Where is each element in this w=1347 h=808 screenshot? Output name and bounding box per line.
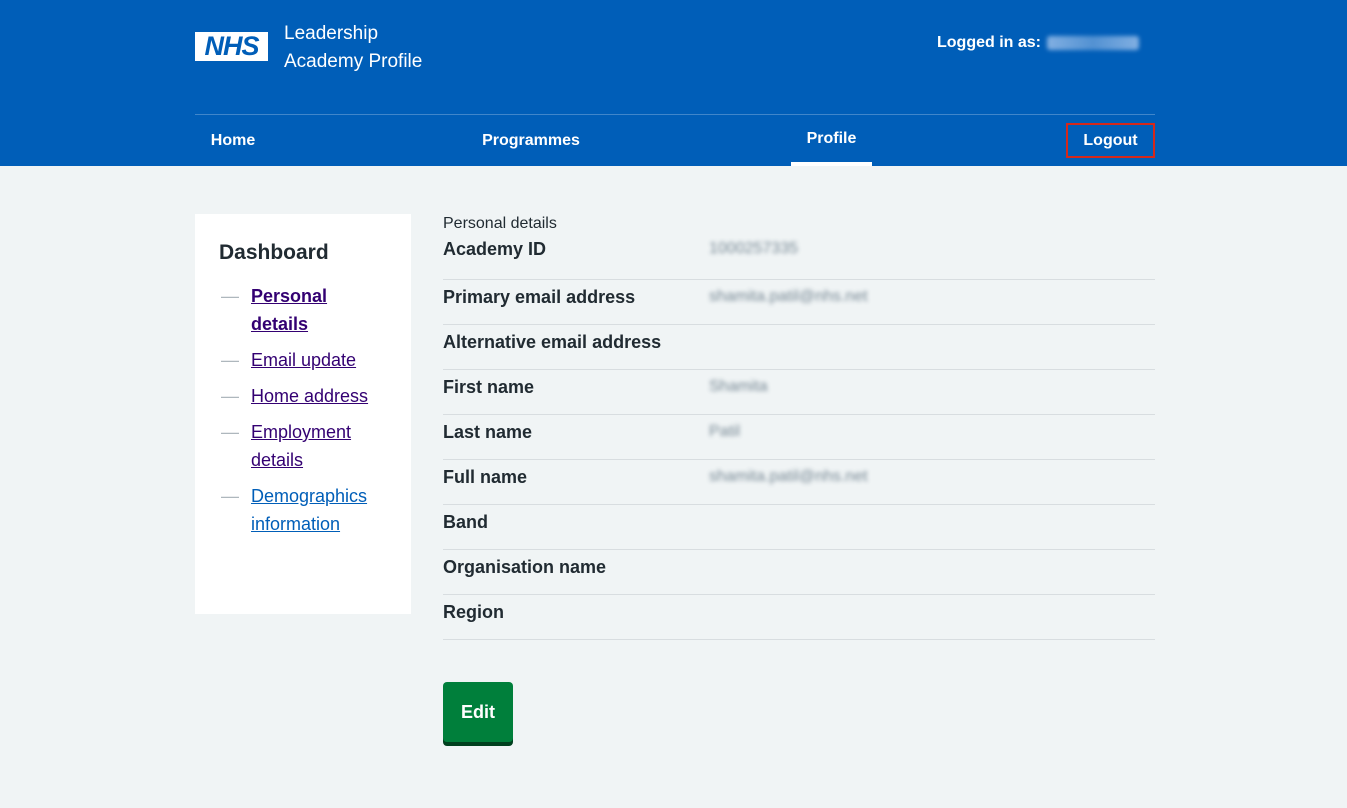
- dash-icon: —: [221, 422, 239, 442]
- sidebar-link-line: Demographics: [251, 486, 368, 506]
- service-name-line2: Academy Profile: [284, 51, 423, 72]
- sidebar-link-employment-details[interactable]: Employment details: [251, 422, 351, 470]
- dash-icon: —: [221, 486, 239, 506]
- sidebar-item-personal-details: — Personal details: [219, 282, 411, 338]
- section-caption: Personal details: [443, 215, 557, 232]
- dashboard-sidebar: Dashboard — Personal details — Email upd…: [195, 214, 411, 614]
- sidebar-link-line: Personal: [251, 286, 328, 306]
- nhs-logo[interactable]: NHS: [195, 32, 268, 61]
- summary-row-alternative-email: Alternative email address: [443, 325, 1155, 370]
- site-header: NHS Leadership Academy Profile Logged in…: [0, 0, 1347, 166]
- row-key: Primary email address: [443, 287, 636, 307]
- row-key: Academy ID: [443, 239, 547, 259]
- row-key: First name: [443, 377, 535, 397]
- service-name[interactable]: Leadership Academy Profile: [284, 20, 444, 76]
- sidebar-item-home-address: — Home address: [219, 382, 411, 410]
- sidebar-link-line: details: [251, 450, 304, 470]
- summary-row-band: Band: [443, 505, 1155, 550]
- dash-icon: —: [221, 386, 239, 406]
- sidebar-link-line: information: [251, 514, 341, 534]
- sidebar-link-demographics[interactable]: Demographics information: [251, 486, 367, 534]
- sidebar-item-demographics: — Demographics information: [219, 482, 411, 538]
- sidebar-item-email-update: — Email update: [219, 346, 411, 374]
- header-container: NHS Leadership Academy Profile Logged in…: [195, 0, 1155, 166]
- summary-row-first-name: First name Shamita: [443, 370, 1155, 415]
- personal-details-section: Personal details Academy ID 1000257335 P…: [443, 214, 1155, 742]
- row-key: Band: [443, 512, 488, 532]
- summary-row-last-name: Last name Patil: [443, 415, 1155, 460]
- summary-row-primary-email: Primary email address shamita.patil@nhs.…: [443, 280, 1155, 325]
- nhs-logo-text: NHS: [204, 31, 259, 61]
- login-info: Logged in as:: [937, 34, 1155, 52]
- summary-row-organisation-name: Organisation name: [443, 550, 1155, 595]
- sidebar-title: Dashboard: [219, 241, 329, 264]
- sidebar-link-email-update[interactable]: Email update: [251, 350, 356, 370]
- row-key: Alternative email address: [443, 332, 662, 352]
- row-value-redacted: shamita.patil@nhs.net: [709, 288, 868, 305]
- row-key: Full name: [443, 467, 528, 487]
- summary-row-full-name: Full name shamita.patil@nhs.net: [443, 460, 1155, 505]
- row-key: Region: [443, 602, 504, 622]
- logged-in-label: Logged in as:: [937, 34, 1041, 51]
- sidebar-item-employment-details: — Employment details: [219, 418, 411, 474]
- nav-home[interactable]: Home: [195, 115, 271, 166]
- row-key: Last name: [443, 422, 533, 442]
- row-value-redacted: 1000257335: [709, 240, 798, 257]
- primary-navigation: Home Programmes Profile Logout: [195, 114, 1155, 166]
- service-name-line1: Leadership: [284, 23, 379, 44]
- dash-icon: —: [221, 350, 239, 370]
- logout-button[interactable]: Logout: [1066, 123, 1155, 158]
- sidebar-link-personal-details[interactable]: Personal details: [251, 286, 327, 334]
- nav-programmes[interactable]: Programmes: [471, 115, 591, 166]
- row-key: Organisation name: [443, 557, 607, 577]
- logged-in-user-redacted: [1047, 36, 1139, 50]
- dash-icon: —: [221, 286, 239, 306]
- summary-row-academy-id: Academy ID 1000257335: [443, 236, 1155, 280]
- sidebar-list: — Personal details — Email update — Home…: [219, 282, 411, 538]
- sidebar-link-line: Employment: [251, 422, 352, 442]
- nav-profile[interactable]: Profile: [791, 115, 872, 166]
- summary-row-region: Region: [443, 595, 1155, 640]
- edit-button[interactable]: Edit: [443, 682, 513, 742]
- row-value-redacted: Patil: [709, 423, 741, 440]
- row-value-redacted: Shamita: [709, 378, 768, 395]
- sidebar-link-line: details: [251, 314, 309, 334]
- brand[interactable]: NHS Leadership Academy Profile: [195, 20, 444, 76]
- sidebar-link-home-address[interactable]: Home address: [251, 386, 368, 406]
- row-value-redacted: shamita.patil@nhs.net: [709, 468, 868, 485]
